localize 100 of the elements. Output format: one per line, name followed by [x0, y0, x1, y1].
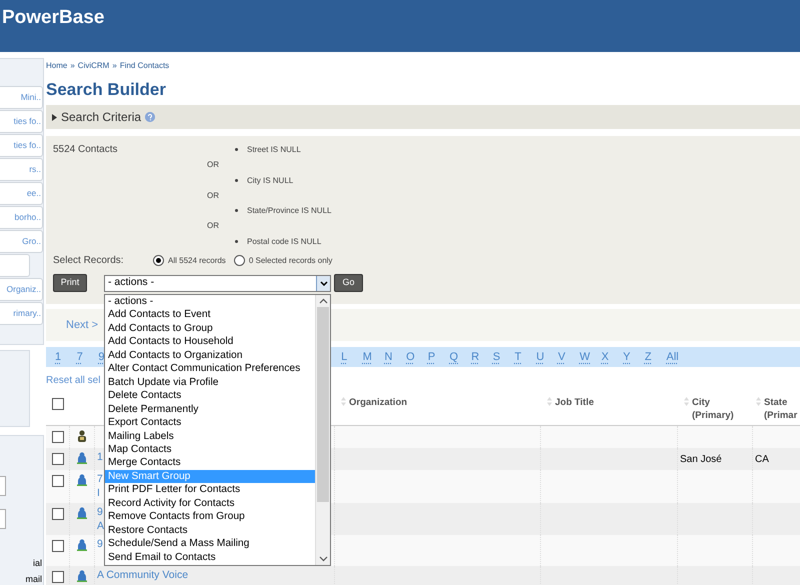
column-header[interactable]: City (Primary) [692, 396, 753, 422]
column-header[interactable]: State (Primar [764, 396, 800, 422]
staff-person-icon[interactable] [77, 430, 87, 442]
dropdown-option[interactable]: - actions - [105, 295, 315, 308]
sidebar-button[interactable]: Gro.. [0, 230, 43, 253]
letter-link[interactable]: V [558, 348, 580, 366]
letter-link[interactable]: 7 [76, 348, 98, 366]
contact-name-link[interactable]: 9 [97, 537, 103, 551]
input-field[interactable] [0, 476, 6, 496]
triangle-icon [52, 114, 57, 120]
reset-link[interactable]: Reset all sel [46, 374, 100, 387]
letter-link[interactable]: S [492, 348, 515, 366]
dropdown-option[interactable]: Mailing Labels [105, 430, 315, 443]
dropdown-option[interactable]: Alter Contact Communication Preferences [105, 362, 315, 376]
help-icon[interactable] [145, 112, 156, 122]
letter-link[interactable]: N [384, 348, 406, 366]
letter-link[interactable]: 1 [55, 348, 77, 366]
letter-link[interactable]: P [428, 348, 450, 366]
person-icon[interactable] [77, 474, 87, 486]
dropdown-option[interactable]: Add Contacts to Event [105, 308, 315, 322]
contact-name-link[interactable]: A [97, 519, 104, 533]
letter-link[interactable]: M [362, 348, 384, 366]
checkbox[interactable] [52, 475, 64, 487]
scrollbar[interactable] [315, 295, 330, 565]
checkbox[interactable] [52, 453, 64, 465]
breadcrumb-link[interactable]: CiviCRM [78, 60, 110, 72]
sidebar-button[interactable]: ties fo.. [0, 110, 43, 133]
breadcrumb-link[interactable]: Home [46, 60, 68, 72]
dropdown-option[interactable]: Schedule/Send a Mass Mailing [105, 537, 315, 551]
criterion-text: Street IS NULL [247, 144, 301, 156]
site-name[interactable]: PowerBase [2, 4, 104, 32]
dropdown-option[interactable]: Delete Permanently [105, 402, 315, 416]
letter-link[interactable]: L [341, 348, 363, 366]
bullet-icon [235, 178, 238, 182]
contact-count: 5524 Contacts [53, 143, 118, 157]
breadcrumb-link[interactable]: Find Contacts [120, 60, 170, 72]
sidebar-button[interactable]: borho.. [0, 206, 43, 229]
person-icon[interactable] [77, 570, 87, 582]
dropdown-option[interactable]: Record Activity for Contacts [105, 496, 315, 510]
sidebar-button[interactable]: rimary.. [0, 302, 43, 325]
radio-button[interactable] [153, 255, 164, 266]
sidebar-button[interactable]: Organiz.. [0, 278, 43, 301]
checkbox[interactable] [52, 571, 64, 583]
sidebar-button[interactable]: ties fo.. [0, 134, 43, 157]
sidebar-text: mail [25, 573, 42, 585]
sidebar-text: ial [32, 557, 42, 570]
letter-link[interactable]: Q [450, 348, 472, 366]
person-icon[interactable] [77, 539, 87, 551]
dropdown-option[interactable]: Add Contacts to Household [105, 335, 315, 349]
person-icon[interactable] [77, 452, 87, 464]
chevron-down-icon[interactable] [316, 276, 330, 291]
letter-link[interactable]: R [471, 348, 493, 366]
radio-button[interactable] [234, 255, 245, 266]
contact-name-link[interactable]: A Community Voice [97, 568, 188, 582]
dropdown-option[interactable]: Merge Contacts [105, 456, 315, 470]
column-header[interactable]: Organization [349, 396, 408, 409]
letter-link[interactable]: Z [644, 348, 666, 366]
contact-name-link[interactable]: 7 [97, 472, 103, 486]
contact-name-link[interactable]: 9 [97, 505, 103, 519]
page-title: Search Builder [46, 79, 167, 101]
letter-link[interactable]: O [406, 348, 428, 366]
column-header[interactable]: Job Title [555, 396, 594, 409]
contact-name-link[interactable]: I [97, 486, 100, 500]
input-field[interactable] [0, 509, 6, 529]
letter-link[interactable]: All [666, 348, 688, 366]
dropdown-option[interactable]: Delete Contacts [105, 389, 315, 403]
next-link[interactable]: Next > [66, 316, 98, 334]
contact-name-link[interactable]: 1 [97, 450, 103, 464]
dropdown-option[interactable]: Print PDF Letter for Contacts [105, 483, 315, 497]
person-icon[interactable] [77, 507, 87, 519]
sidebar-button[interactable]: rs.. [0, 158, 43, 181]
dropdown-option[interactable]: Send Email to Contacts [105, 550, 315, 564]
letter-link[interactable]: T [514, 348, 536, 366]
checkbox[interactable] [52, 540, 64, 552]
go-button[interactable]: Go [334, 274, 363, 292]
dropdown-option[interactable]: Map Contacts [105, 442, 315, 456]
dropdown-option[interactable]: Remove Contacts from Group [105, 510, 315, 524]
dropdown-option[interactable]: Restore Contacts [105, 524, 315, 538]
breadcrumb-separator: » [112, 60, 117, 72]
actions-select[interactable]: - actions - [104, 274, 331, 292]
letter-link[interactable]: W [580, 348, 602, 366]
dropdown-option[interactable]: Add Contacts to Group [105, 322, 315, 336]
select-records-label: Select Records: [53, 254, 125, 268]
bullet-icon [235, 240, 238, 243]
sidebar-button[interactable]: Mini.. [0, 86, 43, 109]
dropdown-option[interactable]: Add Contacts to Organization [105, 348, 315, 362]
scrollbar-thumb[interactable] [317, 307, 329, 502]
checkbox[interactable] [52, 431, 64, 443]
dropdown-option[interactable]: New Smart Group [105, 470, 315, 484]
checkbox[interactable] [52, 398, 64, 410]
letter-link[interactable]: X [601, 348, 623, 366]
letter-link[interactable]: Y [623, 348, 645, 366]
dropdown-option[interactable]: Export Contacts [105, 416, 315, 430]
letter-link[interactable]: U [536, 348, 558, 366]
criterion-text: State/Province IS NULL [247, 205, 332, 218]
sidebar-button[interactable]: ee.. [0, 182, 43, 205]
dropdown-option[interactable]: Batch Update via Profile [105, 376, 315, 390]
print-button[interactable]: Print [53, 274, 87, 292]
checkbox[interactable] [52, 508, 64, 520]
search-criteria-bar[interactable]: Search Criteria [46, 105, 800, 129]
